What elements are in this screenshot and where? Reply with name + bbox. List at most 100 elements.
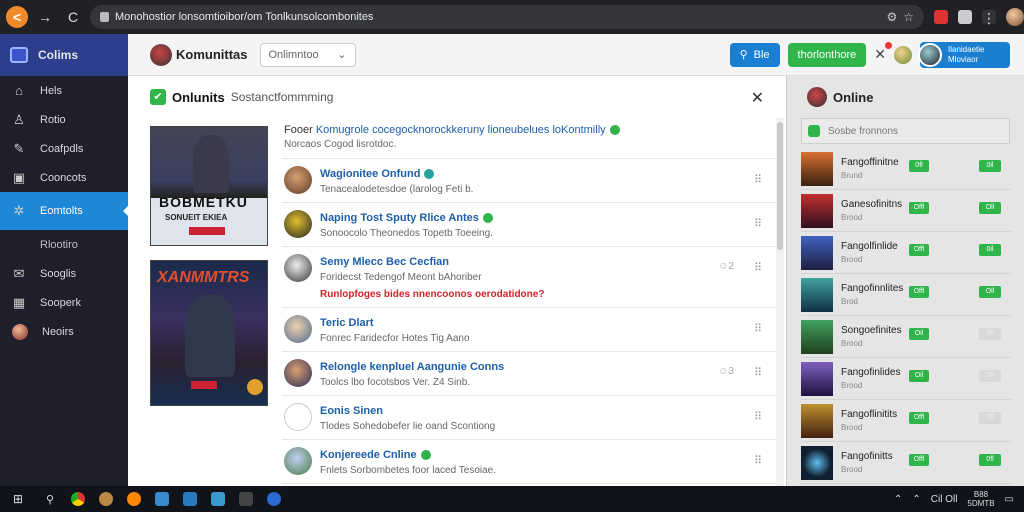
status-badge[interactable]: 0il — [979, 244, 1001, 256]
sidebar-item-stats[interactable]: ▣ Cooncots — [0, 163, 128, 192]
sidebar-item-people[interactable]: ♙ Rotio — [0, 105, 128, 134]
verified-icon — [424, 169, 435, 180]
game-thumbnail — [801, 151, 833, 186]
status-badge[interactable]: Oll — [979, 286, 1001, 298]
game-poster-1[interactable]: BOBMETKU SONUEIT EKIEA — [150, 126, 268, 246]
scrollbar-thumb[interactable] — [777, 122, 783, 250]
sidebar-item-messages[interactable]: ✉ Sooglis — [0, 259, 128, 288]
sidebar-item-games[interactable]: ✎ Coafpdls — [0, 134, 128, 163]
item-sub: Brood — [841, 381, 863, 390]
online-list-item[interactable]: Fangofinnlites Brod Offl Oll — [801, 274, 1011, 316]
avatar-app-icon[interactable] — [92, 486, 120, 512]
online-list-item[interactable]: Fangofinlides Brood Oil 0fl — [801, 358, 1011, 400]
online-list-item[interactable]: Fangolfinlide Brood Offl 0il — [801, 232, 1011, 274]
drag-handle-icon[interactable]: ⠿ — [754, 366, 762, 379]
profile-button[interactable]: Ilanidaetie Mloviaor — [918, 41, 1010, 68]
sidebar-item-home[interactable]: ⌂ Hels — [0, 76, 128, 105]
online-list-item[interactable]: Fangoffinitne Brund 0fl 0il — [801, 148, 1011, 190]
action-button[interactable]: thorlonthore — [787, 42, 867, 67]
drag-handle-icon[interactable]: ⠿ — [754, 261, 762, 274]
user-avatar[interactable] — [894, 45, 912, 64]
list-item[interactable]: Naping Tost Sputy Rlice Antes Sonoocolo … — [282, 203, 776, 247]
game-poster-2[interactable]: XANMMTRS — [150, 260, 268, 406]
list-item[interactable]: Semy Mlecc Bec Cecfian Foridecst Tedengo… — [282, 247, 776, 308]
windows-start-icon[interactable]: ⊞ — [0, 492, 36, 506]
sidebar-item-label: Coafpdls — [40, 142, 84, 155]
modal-header: ✔ Onlunits Sostanctfommming — [128, 76, 786, 118]
list-item[interactable]: Eonis Sinen Tlodes Sohedobefer lie oand … — [282, 396, 776, 440]
status-badge[interactable]: 0fl — [909, 160, 929, 172]
status-badge[interactable]: Offl — [909, 244, 929, 256]
status-badge[interactable]: 0fl — [979, 328, 1001, 340]
item-name: Ganesofinitns — [841, 199, 903, 210]
status-dropdown[interactable]: Onlimntoo ⌄ — [259, 42, 356, 67]
item-name: Fangoflinitits — [841, 409, 898, 420]
status-badge[interactable]: 0il — [979, 160, 1001, 172]
verified-icon — [609, 125, 620, 136]
reload-button[interactable]: C — [62, 6, 84, 28]
status-badge[interactable]: 0fl — [979, 370, 1001, 382]
extension-red-icon[interactable] — [934, 10, 948, 24]
settings-app-icon[interactable] — [232, 486, 260, 512]
sidebar-subitem[interactable]: Rlootiro — [0, 230, 128, 259]
status-badge[interactable]: 0fl — [979, 454, 1001, 466]
drag-handle-icon[interactable]: ⠿ — [754, 454, 762, 467]
sidebar-item-community[interactable]: ✲ Eomtolts — [0, 192, 128, 230]
clock[interactable]: B88 5DMTB — [967, 490, 994, 508]
online-list-item[interactable]: Ganesofinitns Brood Offl Oll — [801, 190, 1011, 232]
notification-close-icon[interactable]: ✕ — [874, 42, 892, 63]
search-icon[interactable]: ⚲ — [36, 486, 64, 512]
status-badge[interactable]: Offl — [909, 202, 929, 214]
list-item[interactable]: Relongle kenpluel Aangunie Conns Toolcs … — [282, 352, 776, 396]
intro-link[interactable]: Komugrole cocegocknorockkeruny lioneubel… — [316, 124, 606, 136]
bookmark-star-icon[interactable]: ☆ — [903, 10, 914, 24]
status-badge[interactable]: Oll — [979, 202, 1001, 214]
list-item[interactable]: Wagionitee Onfund Tenacealodetesdoe (lar… — [282, 159, 776, 203]
explorer-icon[interactable] — [148, 486, 176, 512]
back-button[interactable]: < — [6, 6, 28, 28]
sidebar-header[interactable]: Colims — [0, 34, 128, 76]
sidebar-item-news[interactable]: Neoirs — [0, 317, 128, 346]
os-taskbar: ⊞ ⚲ ⌃ ⌃ Cil Oll B88 5DMTB ▭ — [0, 486, 1024, 512]
address-bar[interactable]: Monohostior lonsomtioibor/om Tonlkunsolc… — [90, 5, 924, 29]
menu-dots-icon[interactable]: ⋮ — [982, 10, 996, 26]
reaction-icon[interactable]: ☺3 — [718, 366, 734, 377]
app-icon[interactable] — [176, 486, 204, 512]
tray-chevron-icon[interactable]: ⌃ — [894, 494, 902, 505]
online-search[interactable]: Sosbe fronnons — [801, 118, 1010, 144]
sidebar-item-support[interactable]: ▦ Sooperk — [0, 288, 128, 317]
extension-gray-icon[interactable] — [958, 10, 972, 24]
status-badge[interactable]: Offl — [909, 412, 929, 424]
drag-handle-icon[interactable]: ⠿ — [754, 217, 762, 230]
online-list-item[interactable]: Fangofinitts Brood Offl 0fl — [801, 442, 1011, 484]
extension-icon[interactable]: ⚙ — [886, 10, 897, 24]
modal-subtitle: Sostanctfommming — [230, 90, 334, 104]
status-badge[interactable]: Offl — [909, 286, 929, 298]
status-badge[interactable]: Oil — [909, 328, 929, 340]
game-thumbnail — [801, 319, 833, 354]
profile-avatar[interactable] — [1006, 8, 1024, 26]
online-list-item[interactable]: Fangoflinitits Brood Offl Oll — [801, 400, 1011, 442]
firefox-icon[interactable] — [120, 486, 148, 512]
drag-handle-icon[interactable]: ⠿ — [754, 173, 762, 186]
mail-app-icon[interactable] — [204, 486, 232, 512]
online-panel-header: Online — [787, 76, 1024, 118]
chrome-icon[interactable] — [64, 486, 92, 512]
network-icon[interactable]: ⌃ — [912, 494, 920, 505]
status-badge[interactable]: Oil — [909, 370, 929, 382]
drag-handle-icon[interactable]: ⠿ — [754, 322, 762, 335]
online-list-item[interactable]: Songoefinites Brood Oil 0fl — [801, 316, 1011, 358]
reaction-icon[interactable]: ☺2 — [718, 261, 734, 272]
item-name: Wagionitee Onfund — [320, 168, 421, 180]
forward-button[interactable]: → — [34, 6, 56, 28]
notifications-icon[interactable]: ▭ — [1005, 494, 1014, 505]
close-icon[interactable]: ✕ — [751, 88, 764, 108]
feed-scrollbar[interactable] — [776, 118, 784, 486]
status-badge[interactable]: Oll — [979, 412, 1001, 424]
browser-app-icon[interactable] — [260, 486, 288, 512]
status-badge[interactable]: Offl — [909, 454, 929, 466]
search-button[interactable]: ⚲ Ble — [729, 42, 780, 67]
list-item[interactable]: Teric Dlart Fonrec Faridecfor Hotes Tig … — [282, 308, 776, 352]
list-item[interactable]: Konjereede Cnline Fnlets Sorbombetes foo… — [282, 440, 776, 484]
drag-handle-icon[interactable]: ⠿ — [754, 410, 762, 423]
